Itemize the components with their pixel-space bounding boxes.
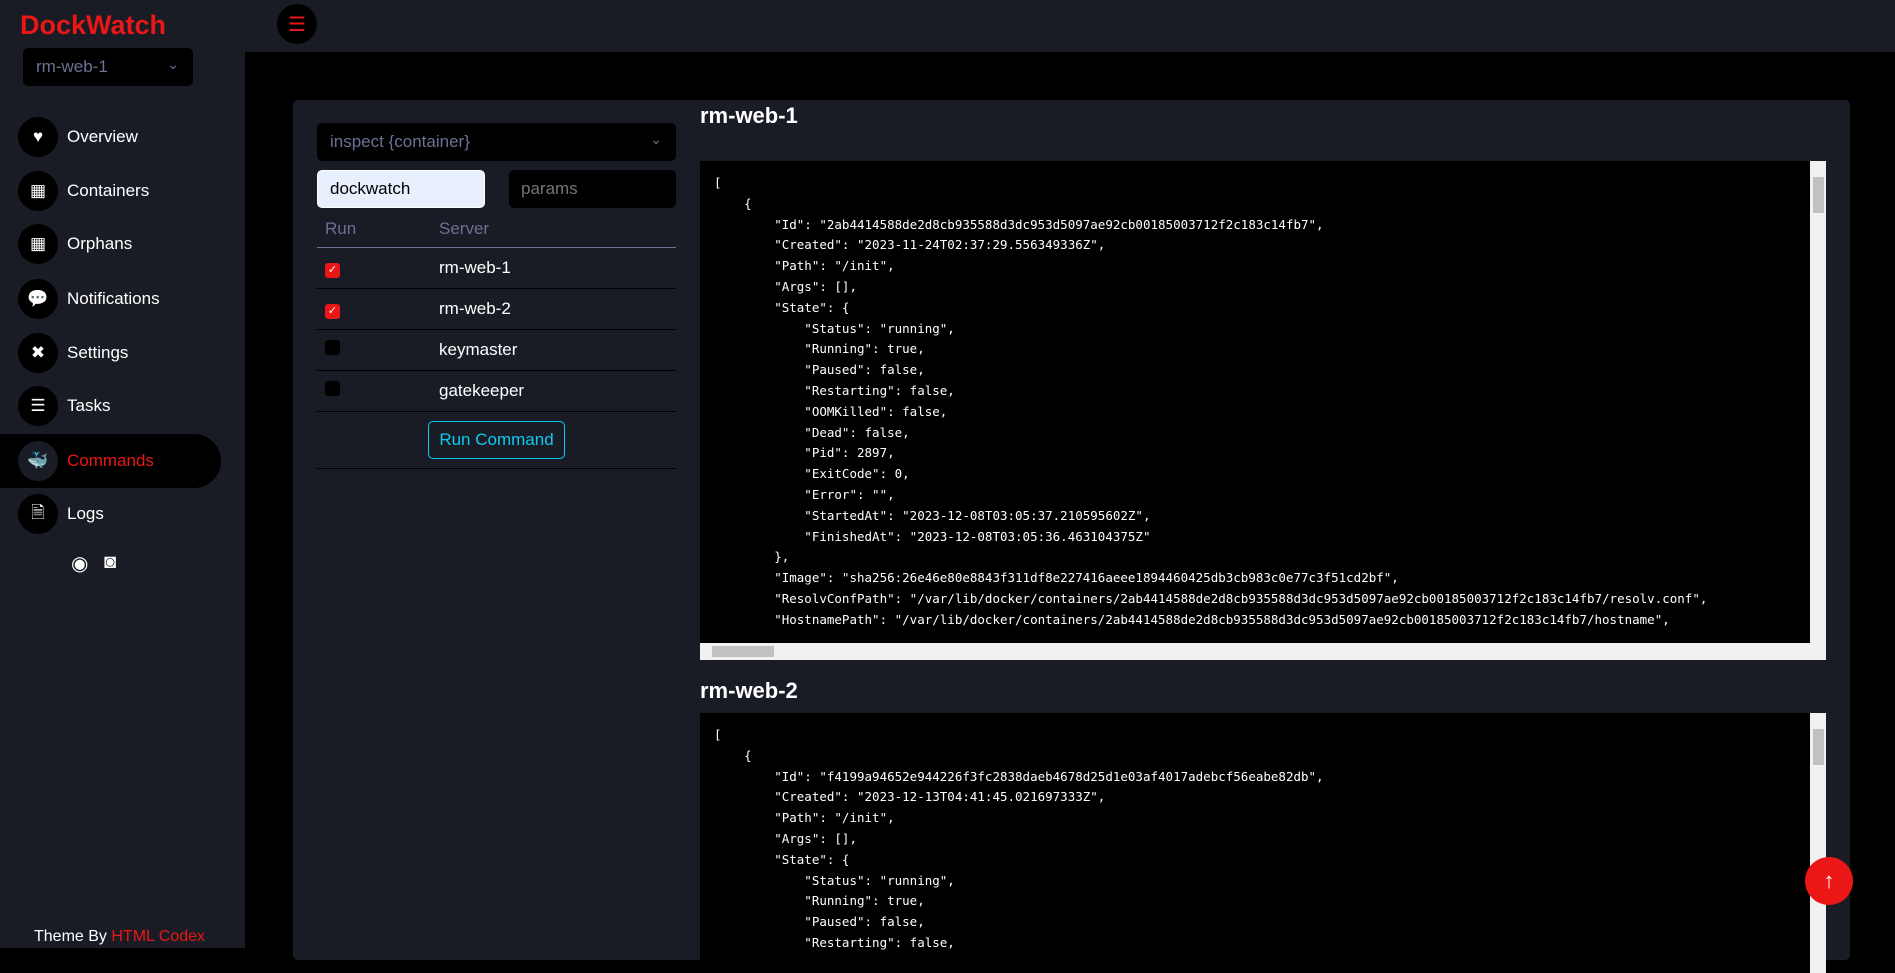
server-name: rm-web-1 [439,258,511,277]
sidebar-item-orphans[interactable]: ▦ Orphans [0,217,221,271]
scroll-thumb[interactable] [1813,177,1824,213]
output-title: rm-web-2 [700,678,798,703]
server-select[interactable]: rm-web-1 ⌄ [23,48,193,86]
grid-icon: ▦ [18,224,58,264]
chevron-down-icon: ⌄ [167,56,179,72]
back-to-top-button[interactable]: ↑ [1805,857,1853,905]
run-command-button[interactable]: Run Command [428,421,565,459]
header-run: Run [325,218,357,238]
output-box[interactable]: [ { "Id": "f4199a94652e944226f3fc2838dae… [700,713,1826,973]
server-name: gatekeeper [439,381,525,400]
sidebar-item-label: Logs [67,504,104,523]
output-box[interactable]: [ { "Id": "2ab4414588de2d8cb935588d3dc95… [700,161,1826,660]
table-row: ✓ rm-web-1 [317,248,676,289]
run-checkbox[interactable] [325,381,340,396]
table-row: keymaster [317,330,676,371]
chat-icon: 💬 [18,279,58,319]
sidebar-item-label: Tasks [67,396,111,415]
discord-icon[interactable]: ◙ [104,551,116,574]
sidebar-item-settings[interactable]: ✖ Settings [0,326,221,380]
run-checkbox[interactable]: ✓ [325,304,340,319]
run-checkbox[interactable] [325,340,340,355]
sidebar-item-label: Notifications [67,289,160,308]
arrow-up-icon: ↑ [1823,868,1835,893]
scroll-thumb[interactable] [712,646,774,657]
hamburger-icon: ☰ [288,13,306,36]
scroll-thumb[interactable] [1813,729,1824,765]
command-select-value: inspect {container} [330,132,470,151]
sidebar-item-label: Overview [67,127,138,146]
sidebar-item-logs[interactable]: 🗎 Logs [0,487,221,541]
server-select-value: rm-web-1 [36,57,108,76]
sidebar-item-label: Containers [67,181,150,200]
commands-card: inspect {container} ⌄ Run Server ✓ rm-web-1… [293,100,1850,973]
github-icon[interactable]: ◉ [71,551,88,576]
server-table: Run Server ✓ rm-web-1 ✓ rm-web-2 keymaster gat… [317,210,676,469]
docker-icon: 🐳 [18,441,58,481]
sidebar-item-label: Settings [67,343,129,362]
sidebar-item-commands[interactable]: 🐳 Commands [0,434,221,488]
sidebar: DockWatch rm-web-1 ⌄ ♥ Overview ▦ Containers… [0,0,245,948]
command-select[interactable]: inspect {container} ⌄ [317,123,676,161]
run-checkbox[interactable]: ✓ [325,263,340,278]
sidebar-item-containers[interactable]: ▦ Containers [0,164,221,218]
table-row: gatekeeper [317,371,676,412]
sidebar-item-tasks[interactable]: ☰ Tasks [0,379,221,433]
heart-pulse-icon: ♥ [18,117,58,157]
container-input[interactable] [317,170,485,208]
grid-icon: ▦ [18,171,58,211]
sidebar-item-label: Commands [67,451,154,470]
sidebar-item-label: Orphans [67,234,133,253]
output-text: [ { "Id": "f4199a94652e944226f3fc2838dae… [714,727,1324,950]
table-header: Run Server [317,210,676,248]
menu-toggle-button[interactable]: ☰ [277,4,317,44]
sidebar-item-overview[interactable]: ♥ Overview [0,110,221,164]
server-name: rm-web-2 [439,299,511,318]
list-check-icon: ☰ [18,386,58,426]
vertical-scrollbar[interactable] [1810,161,1826,643]
output-text: [ { "Id": "2ab4414588de2d8cb935588d3dc95… [714,175,1708,627]
footer-credit: Theme By HTML Codex [34,928,205,946]
file-code-icon: 🗎 [18,494,58,534]
header-server: Server [439,218,490,238]
footer-prefix: Theme By [34,928,107,945]
vertical-scrollbar[interactable] [1810,713,1826,973]
brand-logo[interactable]: DockWatch [20,10,166,41]
table-row: ✓ rm-web-2 [317,289,676,330]
output-title: rm-web-1 [700,103,798,128]
horizontal-scrollbar[interactable] [700,643,1826,660]
chevron-down-icon: ⌄ [650,131,662,147]
topbar: ☰ [245,0,1895,52]
params-input[interactable] [509,170,676,208]
sidebar-item-notifications[interactable]: 💬 Notifications [0,272,221,326]
server-name: keymaster [439,340,518,359]
html-codex-link[interactable]: HTML Codex [111,928,205,945]
tools-icon: ✖ [18,333,58,373]
